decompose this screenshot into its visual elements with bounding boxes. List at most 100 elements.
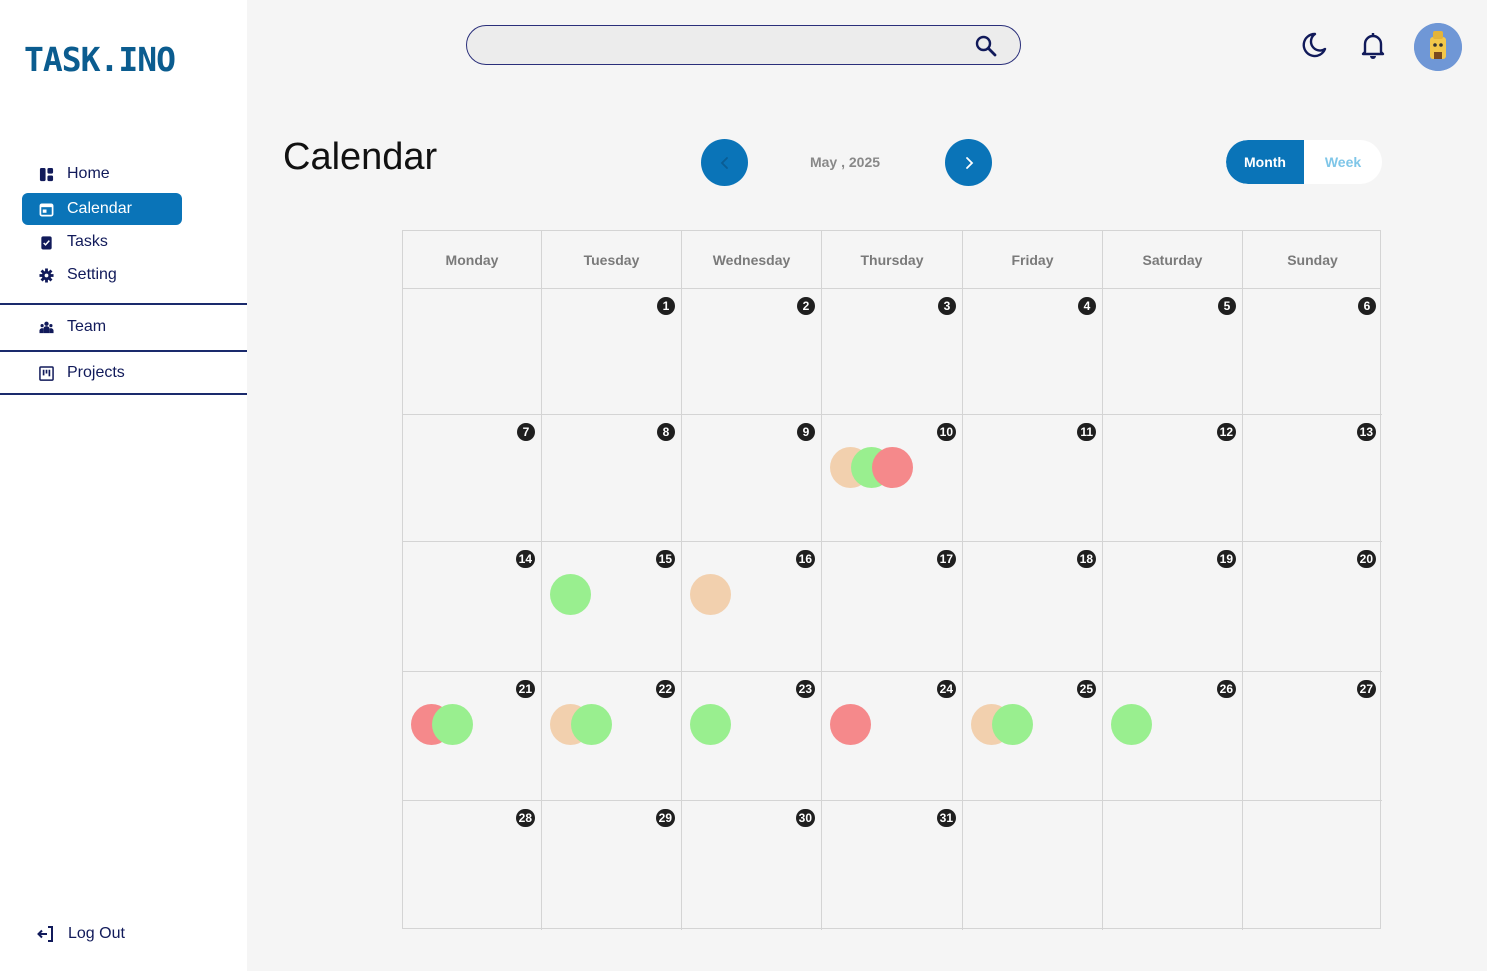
sidebar-item-label: Team	[67, 318, 107, 335]
event-dot[interactable]	[1111, 704, 1152, 745]
day-number: 25	[1076, 680, 1096, 698]
calendar-day-cell[interactable]: 26	[1103, 672, 1243, 801]
search-input[interactable]	[485, 34, 969, 58]
sidebar-item-setting[interactable]: Setting	[22, 259, 182, 291]
day-number: 20	[1356, 550, 1376, 568]
event-dot[interactable]	[830, 704, 871, 745]
event-dot[interactable]	[872, 447, 913, 488]
sidebar-item-team[interactable]: Team	[22, 311, 182, 343]
month-view-button[interactable]: Month	[1226, 140, 1304, 184]
calendar-day-cell[interactable]: 22	[542, 672, 682, 801]
event-dot[interactable]	[690, 704, 731, 745]
bell-icon[interactable]	[1358, 30, 1388, 60]
calendar-day-cell[interactable]: 27	[1243, 672, 1382, 801]
calendar-day-cell[interactable]: 13	[1243, 415, 1382, 542]
calendar-day-cell[interactable]: 14	[403, 542, 542, 672]
calendar-day-cell[interactable]: 23	[682, 672, 822, 801]
day-number: 11	[1077, 423, 1096, 441]
sidebar-divider	[0, 393, 247, 395]
event-dot[interactable]	[992, 704, 1033, 745]
event-dot[interactable]	[432, 704, 473, 745]
day-number: 26	[1216, 680, 1236, 698]
calendar-day-cell[interactable]: 7	[403, 415, 542, 542]
calendar-day-cell[interactable]	[1243, 801, 1382, 930]
calendar-day-cell[interactable]: 15	[542, 542, 682, 672]
calendar-day-cell[interactable]	[1103, 801, 1243, 930]
event-dot[interactable]	[690, 574, 731, 615]
weekday-label: Wednesday	[682, 231, 822, 289]
calendar-day-cell[interactable]: 5	[1103, 289, 1243, 415]
weekday-label: Thursday	[822, 231, 963, 289]
calendar-day-cell[interactable]: 11	[963, 415, 1103, 542]
calendar-grid: Monday Tuesday Wednesday Thursday Friday Satu…	[402, 230, 1382, 930]
sidebar-item-tasks[interactable]: Tasks	[22, 226, 182, 258]
sidebar-item-home[interactable]: Home	[22, 158, 182, 190]
day-number: 10	[936, 423, 956, 441]
calendar-day-cell[interactable]: 25	[963, 672, 1103, 801]
next-month-button[interactable]	[945, 139, 992, 186]
calendar-day-cell[interactable]: 9	[682, 415, 822, 542]
day-number: 27	[1356, 680, 1376, 698]
day-number: 31	[936, 809, 956, 827]
calendar-day-cell[interactable]: 28	[403, 801, 542, 930]
logout-label: Log Out	[68, 925, 125, 942]
day-number: 6	[1358, 297, 1376, 315]
calendar-day-cell[interactable]: 12	[1103, 415, 1243, 542]
sidebar-item-label: Calendar	[67, 200, 132, 217]
calendar-day-cell[interactable]: 19	[1103, 542, 1243, 672]
logout-button[interactable]: Log Out	[36, 924, 125, 944]
calendar-day-cell[interactable]: 8	[542, 415, 682, 542]
event-dot[interactable]	[571, 704, 612, 745]
sidebar-item-label: Projects	[67, 364, 125, 381]
prev-month-button[interactable]	[701, 139, 748, 186]
calendar-day-cell[interactable]	[403, 289, 542, 415]
search-bar	[466, 25, 1021, 65]
kanban-icon	[38, 365, 54, 381]
calendar-day-cell[interactable]: 20	[1243, 542, 1382, 672]
search-icon[interactable]	[974, 34, 998, 58]
calendar-day-cell[interactable]: 24	[822, 672, 963, 801]
calendar-day-cell[interactable]: 10	[822, 415, 963, 542]
logout-icon	[37, 926, 53, 942]
day-number: 5	[1218, 297, 1236, 315]
app-logo[interactable]: TASK.INO	[24, 40, 176, 79]
calendar-day-cell[interactable]: 21	[403, 672, 542, 801]
calendar-day-cell[interactable]: 4	[963, 289, 1103, 415]
clipboard-icon	[38, 234, 54, 250]
calendar-day-cell[interactable]: 16	[682, 542, 822, 672]
week-view-button[interactable]: Week	[1304, 140, 1382, 184]
day-number: 1	[657, 297, 675, 315]
weekday-label: Saturday	[1103, 231, 1243, 289]
calendar-day-cell[interactable]	[963, 801, 1103, 930]
view-toggle: Month Week	[1226, 140, 1382, 184]
chevron-left-icon	[720, 156, 728, 169]
sidebar-item-label: Home	[67, 165, 110, 182]
calendar-day-cell[interactable]: 2	[682, 289, 822, 415]
calendar-day-cell[interactable]: 18	[963, 542, 1103, 672]
calendar-day-cell[interactable]: 29	[542, 801, 682, 930]
team-icon	[38, 319, 54, 335]
day-number: 19	[1216, 550, 1236, 568]
avatar[interactable]	[1414, 23, 1462, 71]
calendar-day-cell[interactable]: 17	[822, 542, 963, 672]
sidebar-item-label: Setting	[67, 266, 117, 283]
day-number: 16	[795, 550, 815, 568]
calendar-day-cell[interactable]: 6	[1243, 289, 1382, 415]
day-number: 3	[938, 297, 956, 315]
weekday-label: Friday	[963, 231, 1103, 289]
day-number: 28	[515, 809, 535, 827]
weekday-label: Sunday	[1287, 252, 1338, 268]
calendar-day-cell[interactable]: 31	[822, 801, 963, 930]
sidebar-item-projects[interactable]: Projects	[22, 357, 182, 389]
sidebar-item-calendar[interactable]: Calendar	[22, 193, 182, 225]
sidebar-item-label: Tasks	[67, 233, 108, 250]
day-number: 15	[655, 550, 675, 568]
sidebar-divider	[0, 303, 247, 305]
day-number: 21	[515, 680, 535, 698]
calendar-day-cell[interactable]: 30	[682, 801, 822, 930]
calendar-day-cell[interactable]: 3	[822, 289, 963, 415]
moon-icon[interactable]	[1298, 30, 1328, 60]
weekday-label: Tuesday	[542, 231, 682, 289]
event-dot[interactable]	[550, 574, 591, 615]
calendar-day-cell[interactable]: 1	[542, 289, 682, 415]
